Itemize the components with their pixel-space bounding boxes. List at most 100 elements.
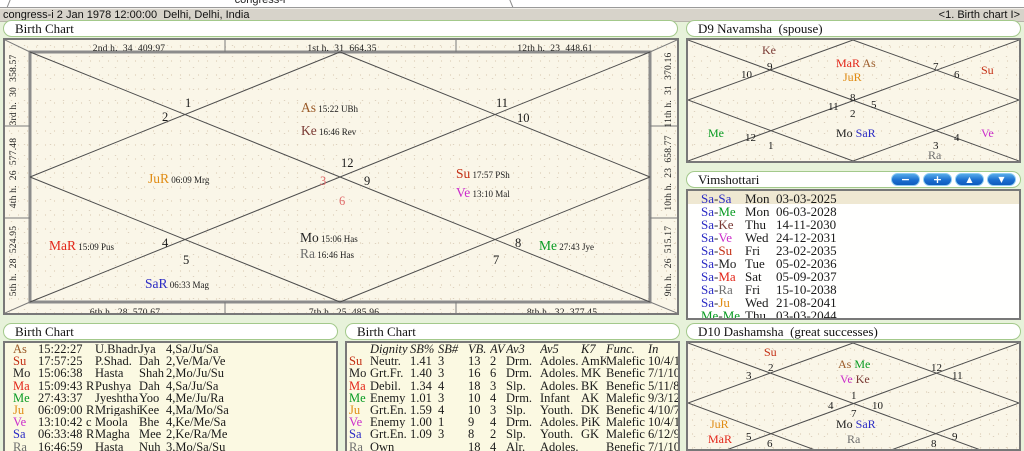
chart-label: 7 — [493, 252, 499, 268]
planet-position-row: Ju06:09:00RMrigashiKee4,Ma/Mo/Sa — [5, 404, 336, 416]
chart-label: 1 — [851, 387, 857, 403]
chart-label: 9 — [364, 173, 370, 189]
dasha-row[interactable]: Sa-MaSat05-09-2037 — [688, 269, 1019, 282]
zoom-in-button[interactable]: + — [923, 173, 952, 186]
chart-label: 6 — [339, 193, 345, 209]
chart-label: 11 — [496, 95, 508, 111]
chart-label: Ve Ke — [840, 371, 870, 387]
chart-label: JuR 06:09 Mrg — [148, 171, 209, 187]
panel-header-strengths[interactable]: Birth Chart — [345, 323, 680, 340]
chart-label: 5 — [871, 96, 877, 112]
planet-position-row: Me27:43:37JyeshthaYoo4,Me/Ju/Ra — [5, 392, 336, 404]
chart-label: As 15:22 UBh — [301, 100, 358, 116]
chart-label: 9 — [767, 58, 773, 74]
chart-label: 8 — [931, 435, 937, 451]
vimshottari-title: Vimshottari — [698, 172, 759, 187]
chart-label: As Me — [838, 356, 870, 372]
scroll-up-button[interactable]: ▲ — [955, 173, 984, 186]
chart-label: 12 — [745, 129, 756, 145]
planet-strength-row: VeEnemy1.00194Drm.Adoles.PiKMalefic10/4/… — [347, 416, 678, 428]
chart-label: 9 — [952, 428, 958, 444]
dasha-row[interactable]: Sa-KeThu14-11-2030 — [688, 217, 1019, 230]
panel-header-vimshottari[interactable]: Vimshottari −+▲▼ — [686, 171, 1021, 188]
chart-label: MaR 15:09 Pus — [49, 238, 114, 254]
planet-strength-row: RaOwn184Alr.Adoles.Benefic7/1/10 — [347, 441, 678, 451]
chart-label: Ra 16:46 Has — [300, 246, 354, 262]
chart-label: 1 — [185, 95, 191, 111]
planet-strength-row: SuNeutr.1.413132Drm.Adoles.AmKMalefic10/… — [347, 355, 678, 367]
chart-label: 8th h. 32 377.45 — [527, 303, 597, 315]
chart-label: 6 — [954, 66, 960, 82]
dasha-row[interactable]: Sa-RaFri15-10-2038 — [688, 282, 1019, 295]
chart-label: 12th h. 23 448.61 — [517, 39, 592, 55]
chart-label: Ke 16:46 Rev — [301, 123, 356, 139]
chart-label: 7th h. 25 485.96 — [309, 303, 379, 315]
chart-label: Me 27:43 Jye — [539, 238, 594, 254]
planet-position-row: As15:22:27U.Bhadra.Jya4,Sa/Ju/Sa — [5, 343, 336, 355]
document-tab[interactable]: congress-i — [8, 0, 512, 8]
chart-label: 1 — [768, 137, 774, 153]
planet-strength-row: MaDebil.1.344183Slp.Adoles.BKBenefic5/11… — [347, 380, 678, 392]
dasha-row[interactable]: Sa-JuWed21-08-2041 — [688, 295, 1019, 308]
scroll-down-button[interactable]: ▼ — [987, 173, 1016, 186]
dasha-row[interactable]: Sa-MeMon06-03-2028 — [688, 204, 1019, 217]
birth-chart-panel: 2nd h. 34 409.97 1st h. 31 664.35 12th h. … — [3, 38, 679, 315]
chart-label: SaR 06:33 Mag — [145, 276, 209, 292]
panel-header-d10[interactable]: D10 Dashamsha (great successes) — [686, 323, 1021, 340]
dasha-row[interactable]: Sa-MoTue05-02-2036 — [688, 256, 1019, 269]
document-tab-label: congress-i — [8, 0, 512, 6]
d9-chart-panel: 910768115212134KeMaR AsJuRSuMeMo SaRVeRa — [686, 38, 1021, 163]
strengths-table: DignitySB%SB#VB.AVAv3Av5K7Func.InSuNeutr… — [347, 343, 678, 451]
chart-label: 10 — [741, 66, 752, 82]
planet-position-row: Mo15:06:38HastaShah2,Mo/Ju/Su — [5, 367, 336, 379]
chart-label: 4 — [162, 235, 168, 251]
panel-header-positions[interactable]: Birth Chart — [3, 323, 338, 340]
chart-label: MaR — [708, 431, 732, 447]
dasha-row[interactable]: Sa-VeWed24-12-2031 — [688, 230, 1019, 243]
chart-label: Ra — [928, 147, 941, 163]
jhora-window: congress-i congress-i 2 Jan 1978 12:00:0… — [0, 0, 1024, 451]
chart-label: JuR — [710, 416, 729, 432]
dasha-row[interactable]: Sa-SaMon03-03-2025 — [688, 191, 1019, 204]
chart-label: 11 — [952, 367, 963, 383]
chart-label: Ke — [762, 42, 776, 58]
planet-position-row: Su17:57:25P.Shad.Dah2,Ve/Ma/Ve — [5, 355, 336, 367]
planet-position-row: Ra16:46:59HastaNuh3,Mo/Sa/Su — [5, 441, 336, 451]
chart-label: 12 — [341, 155, 354, 171]
strengths-table-panel: DignitySB%SB#VB.AVAv3Av5K7Func.InSuNeutr… — [345, 341, 680, 451]
chart-label: Su 17:57 PSh — [456, 166, 510, 182]
chart-label: 6th h. 28 570.67 — [90, 303, 160, 315]
chart-frame-lines — [5, 40, 677, 313]
zoom-out-button[interactable]: − — [891, 173, 920, 186]
chart-label: 10th h. 23 658.77 — [659, 135, 675, 210]
chart-label: 4 — [828, 397, 834, 413]
positions-table-panel: As15:22:27U.Bhadra.Jya4,Sa/Ju/SaSu17:57:… — [3, 341, 338, 451]
chart-label: 1st h. 31 664.35 — [307, 39, 376, 55]
chart-label: 5th h. 28 524.95 — [4, 226, 20, 296]
planet-position-row: Sa06:33:48RMaghaMee2,Ke/Ra/Me — [5, 428, 336, 440]
chart-label: 8 — [850, 89, 856, 105]
chart-label: 9th h. 26 515.17 — [659, 226, 675, 296]
chart-label: 2 — [162, 109, 168, 125]
chart-label: 2nd h. 34 409.97 — [93, 39, 165, 55]
chart-label: Ve — [981, 125, 994, 141]
chart-label: 2 — [768, 359, 774, 375]
chart-label: 5 — [183, 252, 189, 268]
planet-strength-row: MoGrt.Fr.1.403166Drm.Adoles.MKBenefic7/1… — [347, 367, 678, 379]
chart-label: 3 — [746, 367, 752, 383]
chart-label: 4th h. 26 577.48 — [4, 138, 20, 208]
chart-label: JuR — [843, 69, 862, 85]
dasha-row[interactable]: Me-MeThu03-03-2044 — [688, 308, 1019, 320]
panel-header-d9[interactable]: D9 Navamsha (spouse) — [686, 20, 1021, 37]
chart-label: 10 — [517, 110, 530, 126]
planet-position-row: Ve13:10:42cMoolaBhe4,Ke/Me/Sa — [5, 416, 336, 428]
chart-label: 11 — [828, 98, 839, 114]
chart-label: Su — [764, 344, 777, 360]
panel-header-birth-chart[interactable]: Birth Chart — [3, 20, 678, 37]
planet-strength-row: MeEnemy1.013104Drm.InfantAKMalefic9/3/12 — [347, 392, 678, 404]
planet-strength-row: JuGrt.En.1.594103Slp.Youth.DKBenefic4/10… — [347, 404, 678, 416]
dasha-row[interactable]: Sa-SuFri23-02-2035 — [688, 243, 1019, 256]
chart-label: 3 — [320, 173, 326, 189]
chart-label: Mo 15:06 Has — [300, 230, 358, 246]
chart-label: 7 — [933, 58, 939, 74]
